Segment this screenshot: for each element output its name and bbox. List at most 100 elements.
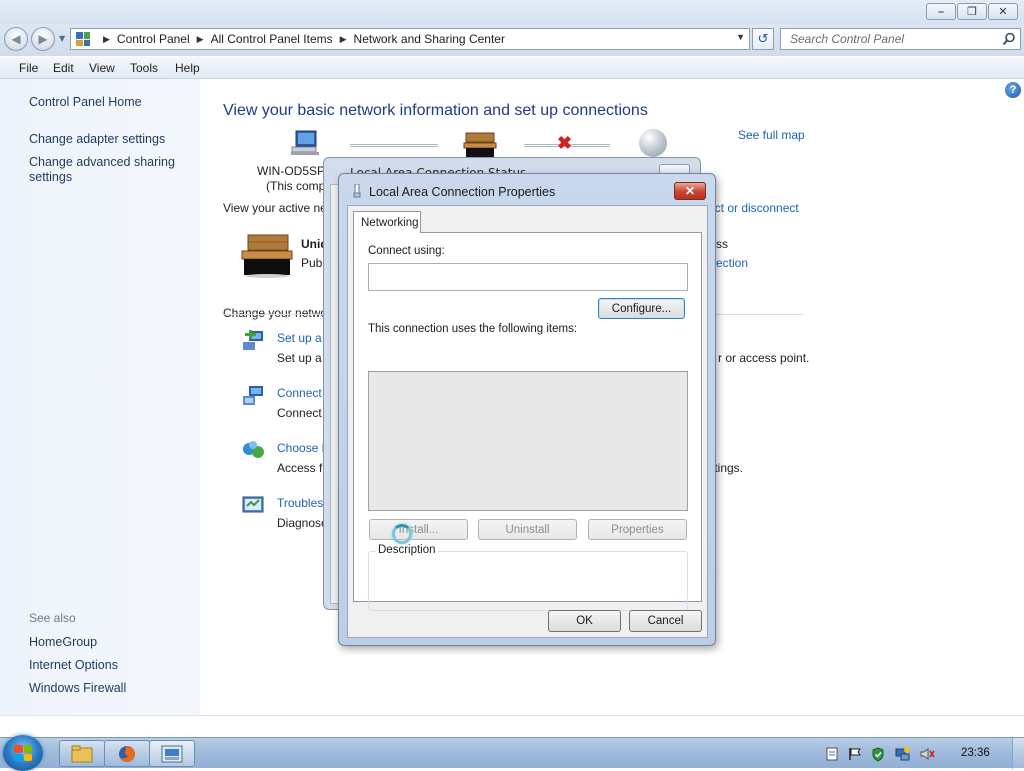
taskbar-clock[interactable]: 23:36 — [961, 747, 990, 759]
back-button[interactable]: ◀ — [4, 27, 28, 51]
change-adapter-settings-link[interactable]: Change adapter settings — [29, 132, 165, 147]
taskbar: 23:36 — [0, 735, 1024, 771]
see-full-map-link[interactable]: See full map — [738, 128, 805, 142]
taskbar-control-panel-button[interactable] — [149, 740, 195, 767]
security-shield-icon[interactable] — [870, 746, 886, 762]
taskbar-firefox-button[interactable] — [104, 740, 150, 767]
menu-view[interactable]: View — [89, 61, 115, 75]
items-list-label: This connection uses the following items… — [368, 323, 578, 335]
dialog-close-button[interactable]: ✕ — [674, 182, 706, 200]
connect-using-label: Connect using: — [368, 245, 445, 257]
windows-logo-icon — [14, 745, 23, 753]
network-bench-icon — [463, 132, 497, 158]
network-type: Pub — [301, 256, 323, 270]
menu-help[interactable]: Help — [175, 61, 200, 75]
map-connection-line — [350, 144, 438, 147]
network-adapter-icon — [353, 184, 361, 198]
setup-connection-desc: Set up a — [277, 351, 322, 365]
menu-edit[interactable]: Edit — [53, 61, 74, 75]
left-task-pane: Control Panel Home Change adapter settin… — [0, 79, 200, 715]
windows-firewall-link[interactable]: Windows Firewall — [29, 681, 126, 696]
restore-icon: ❐ — [967, 5, 977, 18]
computer-name: WIN-OD5SP — [257, 164, 326, 178]
description-groupbox — [368, 551, 688, 611]
start-button[interactable] — [3, 735, 43, 771]
cancel-button[interactable]: Cancel — [629, 610, 702, 632]
access-type-value: ss — [716, 237, 728, 251]
networking-tab-panel: Connect using: Configure... This connect… — [353, 232, 702, 611]
setup-connection-desc-tail: r or access point. — [718, 351, 810, 365]
homegroup-link[interactable]: HomeGroup — [29, 635, 97, 650]
troubleshoot-link[interactable]: Troubles — [277, 496, 323, 510]
forward-button[interactable]: ▶ — [31, 27, 55, 51]
close-icon: ✕ — [998, 5, 1008, 18]
search-icon[interactable] — [1002, 32, 1016, 46]
choose-homegroup-desc: Access fi — [277, 461, 326, 475]
action-center-flag-icon[interactable] — [847, 746, 863, 762]
ok-button[interactable]: OK — [548, 610, 621, 632]
taskbar-explorer-button[interactable] — [59, 740, 105, 767]
page-title: View your basic network information and … — [223, 102, 648, 119]
search-placeholder: Search Control Panel — [790, 32, 905, 46]
breadcrumb-separator-icon[interactable]: ▶ — [197, 34, 204, 45]
show-desktop-button[interactable] — [1012, 738, 1024, 769]
troubleshoot-icon — [242, 496, 264, 513]
help-icon[interactable]: ? — [1005, 82, 1021, 98]
breadcrumb-control-panel[interactable]: Control Panel — [117, 32, 190, 46]
menu-bar: File Edit View Tools Help — [0, 57, 1024, 79]
internet-options-link[interactable]: Internet Options — [29, 658, 118, 673]
refresh-icon: ↺ — [757, 31, 769, 47]
change-advanced-sharing-link[interactable]: Change advanced sharing settings — [29, 155, 179, 185]
computer-icon — [291, 130, 319, 155]
breadcrumb-network-sharing[interactable]: Network and Sharing Center — [354, 32, 505, 46]
recent-pages-dropdown[interactable]: ▼ — [59, 34, 65, 43]
breadcrumb-all-items[interactable]: All Control Panel Items — [211, 32, 333, 46]
connect-network-desc: Connect — [277, 406, 322, 420]
properties-button[interactable]: Properties — [588, 519, 687, 540]
busy-cursor-icon — [392, 524, 412, 544]
active-networks-heading: View your active ne — [223, 201, 327, 215]
window-titlebar: ⎯ ❐ ✕ — [0, 0, 1024, 24]
setup-connection-link[interactable]: Set up a — [277, 331, 322, 345]
address-dropdown-icon[interactable]: ▼ — [736, 32, 745, 42]
window-status-strip — [0, 715, 1024, 737]
close-button[interactable]: ✕ — [988, 3, 1018, 20]
control-panel-home-link[interactable]: Control Panel Home — [29, 95, 142, 110]
firefox-icon — [119, 745, 135, 762]
connect-disconnect-link[interactable]: ect or disconnect — [708, 201, 799, 215]
setup-connection-icon — [243, 330, 263, 350]
breadcrumb-separator-icon[interactable]: ▶ — [340, 34, 347, 45]
menu-tools[interactable]: Tools — [130, 61, 158, 75]
control-panel-icon — [76, 32, 90, 46]
forward-arrow-icon: ▶ — [38, 32, 48, 46]
tab-networking[interactable]: Networking — [353, 211, 421, 233]
local-area-connection-link[interactable]: ection — [716, 256, 748, 270]
network-bench-icon — [241, 234, 293, 278]
network-window-icon — [161, 745, 183, 762]
menu-file[interactable]: File — [19, 61, 38, 75]
choose-homegroup-link[interactable]: Choose h — [277, 441, 328, 455]
minimize-button[interactable]: ⎯ — [926, 3, 956, 20]
see-also-heading: See also — [29, 611, 76, 625]
minimize-icon: ⎯ — [938, 4, 944, 18]
disconnected-x-icon: ✖ — [557, 133, 573, 153]
breadcrumb-separator-icon[interactable]: ▶ — [103, 34, 110, 45]
volume-muted-icon[interactable] — [919, 746, 935, 762]
search-input[interactable]: Search Control Panel — [780, 28, 1021, 50]
dialog-body: Networking Connect using: Configure... T… — [347, 205, 708, 638]
internet-globe-icon — [639, 129, 667, 157]
connect-network-link[interactable]: Connect — [277, 386, 322, 400]
uninstall-button[interactable]: Uninstall — [478, 519, 577, 540]
connection-items-list[interactable] — [368, 371, 688, 511]
close-icon: ✕ — [684, 184, 696, 198]
change-settings-heading: Change your netwo — [223, 306, 328, 320]
maximize-button[interactable]: ❐ — [957, 3, 987, 20]
back-arrow-icon: ◀ — [11, 32, 21, 46]
network-tray-icon[interactable] — [895, 746, 911, 762]
tray-document-icon[interactable] — [824, 746, 840, 762]
dialog-title: Local Area Connection Properties — [369, 185, 556, 199]
configure-button[interactable]: Configure... — [598, 298, 685, 319]
install-button[interactable]: Install... — [369, 519, 468, 540]
address-bar[interactable]: ▶ Control Panel ▶ All Control Panel Item… — [70, 28, 750, 50]
refresh-button[interactable]: ↺ — [752, 28, 774, 50]
